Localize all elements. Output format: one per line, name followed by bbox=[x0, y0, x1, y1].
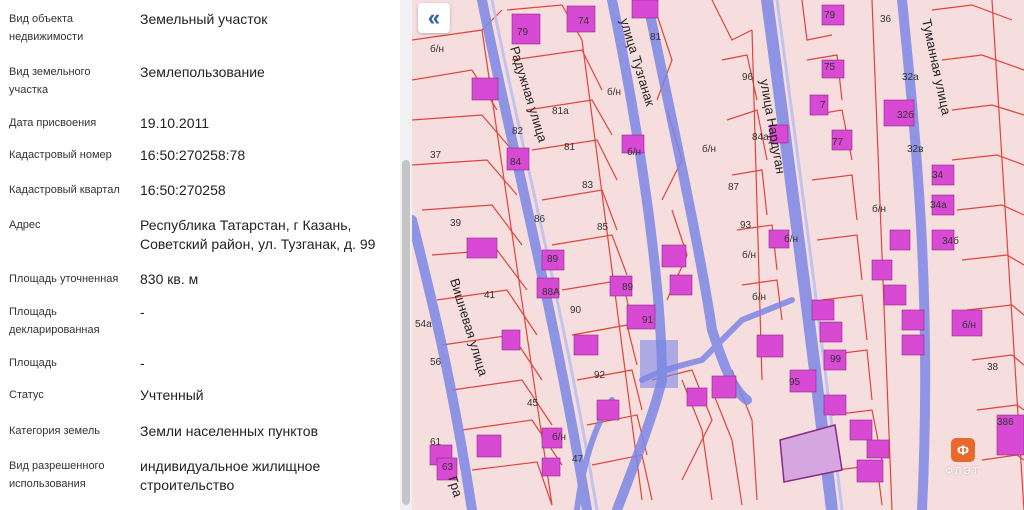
info-value: - bbox=[140, 304, 145, 320]
cadastral-quarter: 16:50:270258 bbox=[140, 182, 226, 198]
house-number: 32в bbox=[907, 144, 923, 155]
house-number: 75 bbox=[824, 62, 836, 73]
house-number: 87 bbox=[728, 182, 740, 193]
scrollbar-thumb[interactable] bbox=[402, 160, 410, 505]
house-number: 74 bbox=[578, 16, 590, 27]
house-number: 89 bbox=[547, 254, 559, 265]
info-label: Площадь декларированная bbox=[9, 306, 100, 336]
watermark: Ф ФЛЭТ bbox=[932, 438, 994, 488]
area-value: 830 кв. м bbox=[140, 271, 199, 287]
house-number: 386 bbox=[997, 417, 1014, 428]
house-number: б/н bbox=[872, 203, 886, 215]
info-label: Кадастровый квартал bbox=[9, 184, 120, 196]
house-number: 7 bbox=[820, 100, 826, 111]
house-number: 81 bbox=[564, 142, 576, 153]
info-label: Площадь bbox=[9, 357, 57, 369]
road-junction bbox=[640, 340, 678, 388]
house-number: 83 bbox=[582, 180, 594, 191]
house-number: 38 bbox=[987, 362, 999, 373]
house-number: 32б bbox=[897, 109, 914, 121]
house-number: 85 bbox=[597, 222, 609, 233]
house-number: б/н bbox=[552, 431, 566, 443]
house-number: 56 bbox=[430, 357, 442, 368]
cadastral-number: 16:50:270258:78 bbox=[140, 147, 246, 163]
house-number: 36 bbox=[880, 14, 892, 25]
house-number: 37 bbox=[430, 150, 442, 161]
info-panel: Вид объекта недвижимости Земельный участ… bbox=[0, 0, 400, 510]
house-number: 95 bbox=[789, 377, 801, 388]
info-label: Вид объекта недвижимости bbox=[9, 13, 84, 43]
house-number: 84 bbox=[510, 157, 522, 168]
info-value: - bbox=[140, 355, 145, 371]
map-canvas[interactable]: Радужная улица улица Тузганак улица Нард… bbox=[412, 0, 1024, 510]
house-number: б/н bbox=[430, 43, 444, 55]
house-number: 41 bbox=[484, 290, 496, 301]
panel-scrollbar[interactable] bbox=[400, 0, 412, 510]
house-number: 54a bbox=[415, 319, 432, 330]
info-value: 19.10.2011 bbox=[140, 115, 210, 131]
house-number: 90 bbox=[570, 305, 582, 316]
cadastral-map[interactable]: Радужная улица улица Тузганак улица Нард… bbox=[412, 0, 1024, 510]
house-number: б/н bbox=[752, 291, 766, 303]
house-number: 63 bbox=[442, 462, 454, 473]
info-label: Адрес bbox=[9, 219, 41, 231]
status-value: Учтенный bbox=[140, 387, 204, 403]
house-number: б/н bbox=[962, 319, 976, 331]
info-label: Дата присвоения bbox=[9, 117, 97, 129]
house-number: б/н bbox=[784, 233, 798, 245]
info-label: Кадастровый номер bbox=[9, 149, 112, 161]
house-number: 47 bbox=[572, 454, 584, 465]
house-number: 61 bbox=[430, 437, 442, 448]
house-number: 77 bbox=[832, 137, 844, 148]
house-number: 79 bbox=[824, 10, 836, 21]
info-label: Категория земель bbox=[9, 425, 100, 437]
info-label: Вид земельного участка bbox=[9, 66, 91, 96]
house-number: 34 bbox=[932, 170, 944, 181]
house-number: б/н bbox=[627, 146, 641, 158]
info-label: Площадь уточненная bbox=[9, 273, 119, 285]
house-number: 99 bbox=[830, 354, 842, 365]
house-number: 92 bbox=[594, 370, 606, 381]
info-label: Статус bbox=[9, 389, 44, 401]
info-value: Земли населенных пунктов bbox=[140, 423, 319, 439]
house-number: 86 bbox=[534, 214, 546, 225]
house-number: 81 bbox=[650, 32, 662, 43]
watermark-text: ФЛЭТ bbox=[945, 466, 981, 477]
house-number: 32a bbox=[902, 72, 919, 83]
house-number: 96 bbox=[742, 72, 754, 83]
collapse-panel-button[interactable]: « bbox=[418, 3, 450, 33]
house-number: б/н bbox=[607, 86, 621, 98]
house-number: 34б bbox=[942, 235, 959, 247]
house-number: б/н bbox=[702, 143, 716, 155]
house-number: 81a bbox=[552, 106, 569, 117]
house-number: 84a bbox=[752, 132, 769, 143]
house-number: 91 bbox=[642, 315, 654, 326]
house-number: 88A bbox=[542, 287, 560, 298]
flat-logo-icon: Ф bbox=[951, 438, 975, 462]
info-label: Вид разрешенного использования bbox=[9, 460, 105, 490]
house-number: 82 bbox=[512, 126, 524, 137]
info-value: Землепользование bbox=[140, 64, 265, 80]
info-value: Земельный участок bbox=[140, 11, 268, 27]
house-number: 39 bbox=[450, 218, 462, 229]
house-number: 93 bbox=[740, 220, 752, 231]
house-number: 45 bbox=[527, 398, 539, 409]
info-value: индивидуальное жилищное строительство bbox=[140, 458, 321, 493]
house-number: б/н bbox=[742, 249, 756, 261]
address-value: Республика Татарстан, г Казань, Советски… bbox=[140, 217, 376, 252]
house-number: 34a bbox=[930, 200, 947, 211]
double-chevron-left-icon: « bbox=[427, 5, 441, 30]
house-number: 79 bbox=[517, 27, 529, 38]
house-number: 89 bbox=[622, 282, 634, 293]
